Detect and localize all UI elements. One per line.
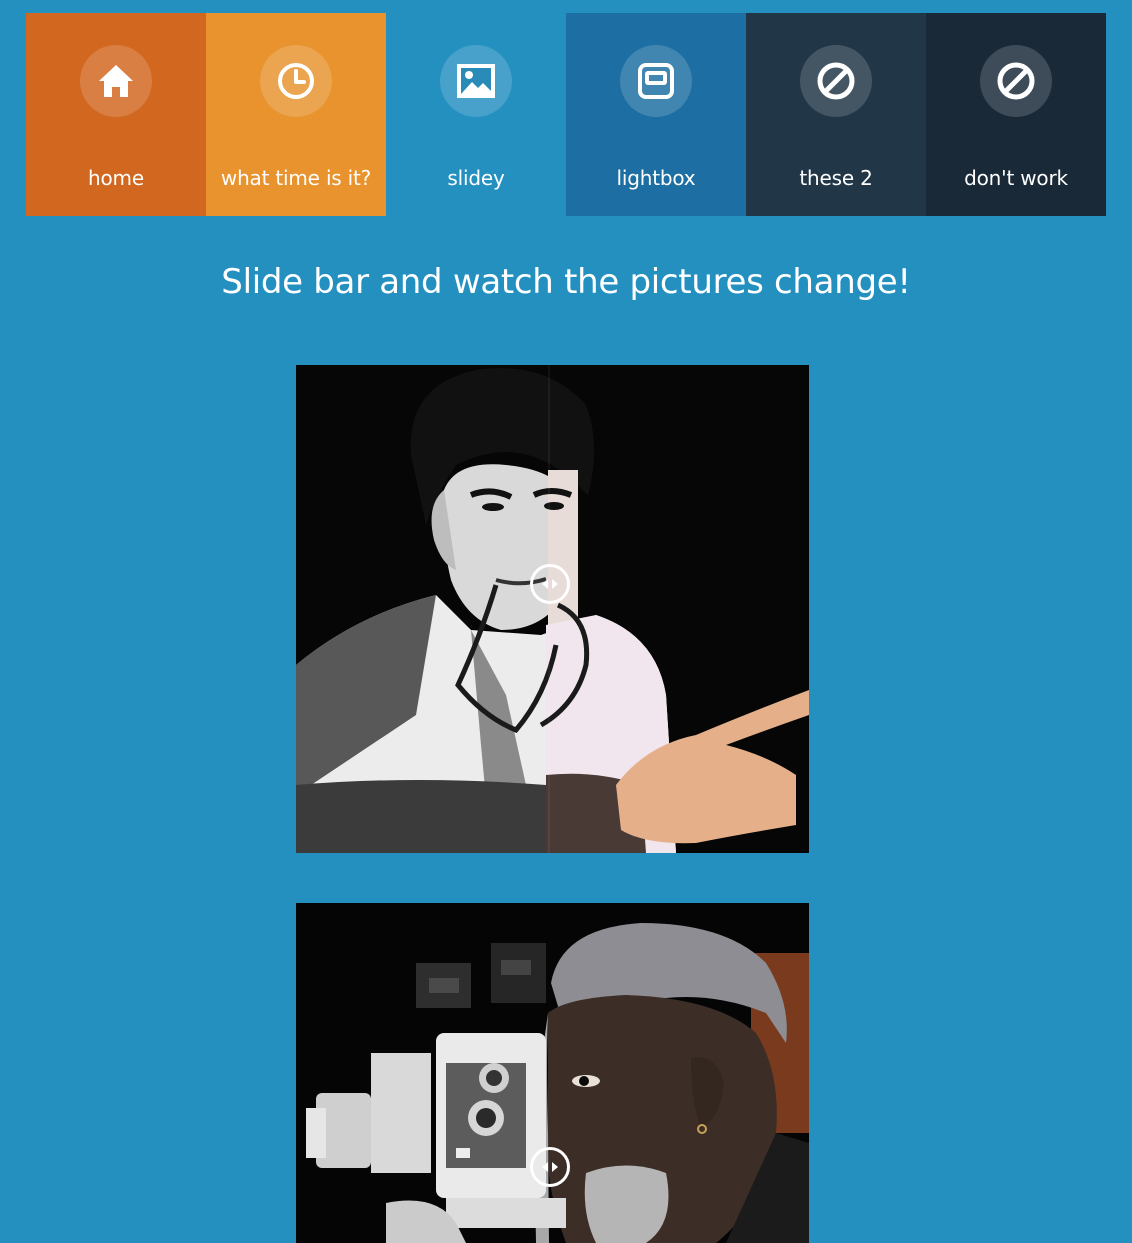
nav-item-label: what time is it?: [220, 166, 372, 190]
nav-item-home[interactable]: home: [26, 13, 206, 216]
slider-handle[interactable]: [530, 564, 570, 604]
left-right-arrows-icon: [542, 1162, 558, 1172]
clock-icon: [260, 45, 332, 117]
lightbox-icon: [620, 45, 692, 117]
nav-item-slidey[interactable]: slidey: [386, 13, 566, 216]
blocked-icon: [800, 45, 872, 117]
image-comparison-slider[interactable]: [296, 903, 809, 1243]
nav-item-lightbox[interactable]: lightbox: [566, 13, 746, 216]
nav-item-label: these 2: [799, 166, 873, 190]
nav-item-these-2[interactable]: these 2: [746, 13, 926, 216]
top-navigation: home what time is it? slidey lightbox th…: [26, 13, 1106, 216]
page-heading: Slide bar and watch the pictures change!: [221, 262, 911, 302]
nav-item-dont-work[interactable]: don't work: [926, 13, 1106, 216]
nav-item-label: don't work: [964, 166, 1068, 190]
blocked-icon: [980, 45, 1052, 117]
slider-handle[interactable]: [530, 1147, 570, 1187]
image-comparison-slider[interactable]: [296, 365, 809, 853]
nav-item-label: slidey: [447, 166, 505, 190]
comparison-photo: [296, 365, 809, 853]
comparison-photo: [296, 903, 809, 1243]
nav-item-label: lightbox: [616, 166, 696, 190]
left-right-arrows-icon: [542, 579, 558, 589]
image-icon: [440, 45, 512, 117]
nav-item-time[interactable]: what time is it?: [206, 13, 386, 216]
nav-item-label: home: [88, 166, 144, 190]
home-icon: [80, 45, 152, 117]
